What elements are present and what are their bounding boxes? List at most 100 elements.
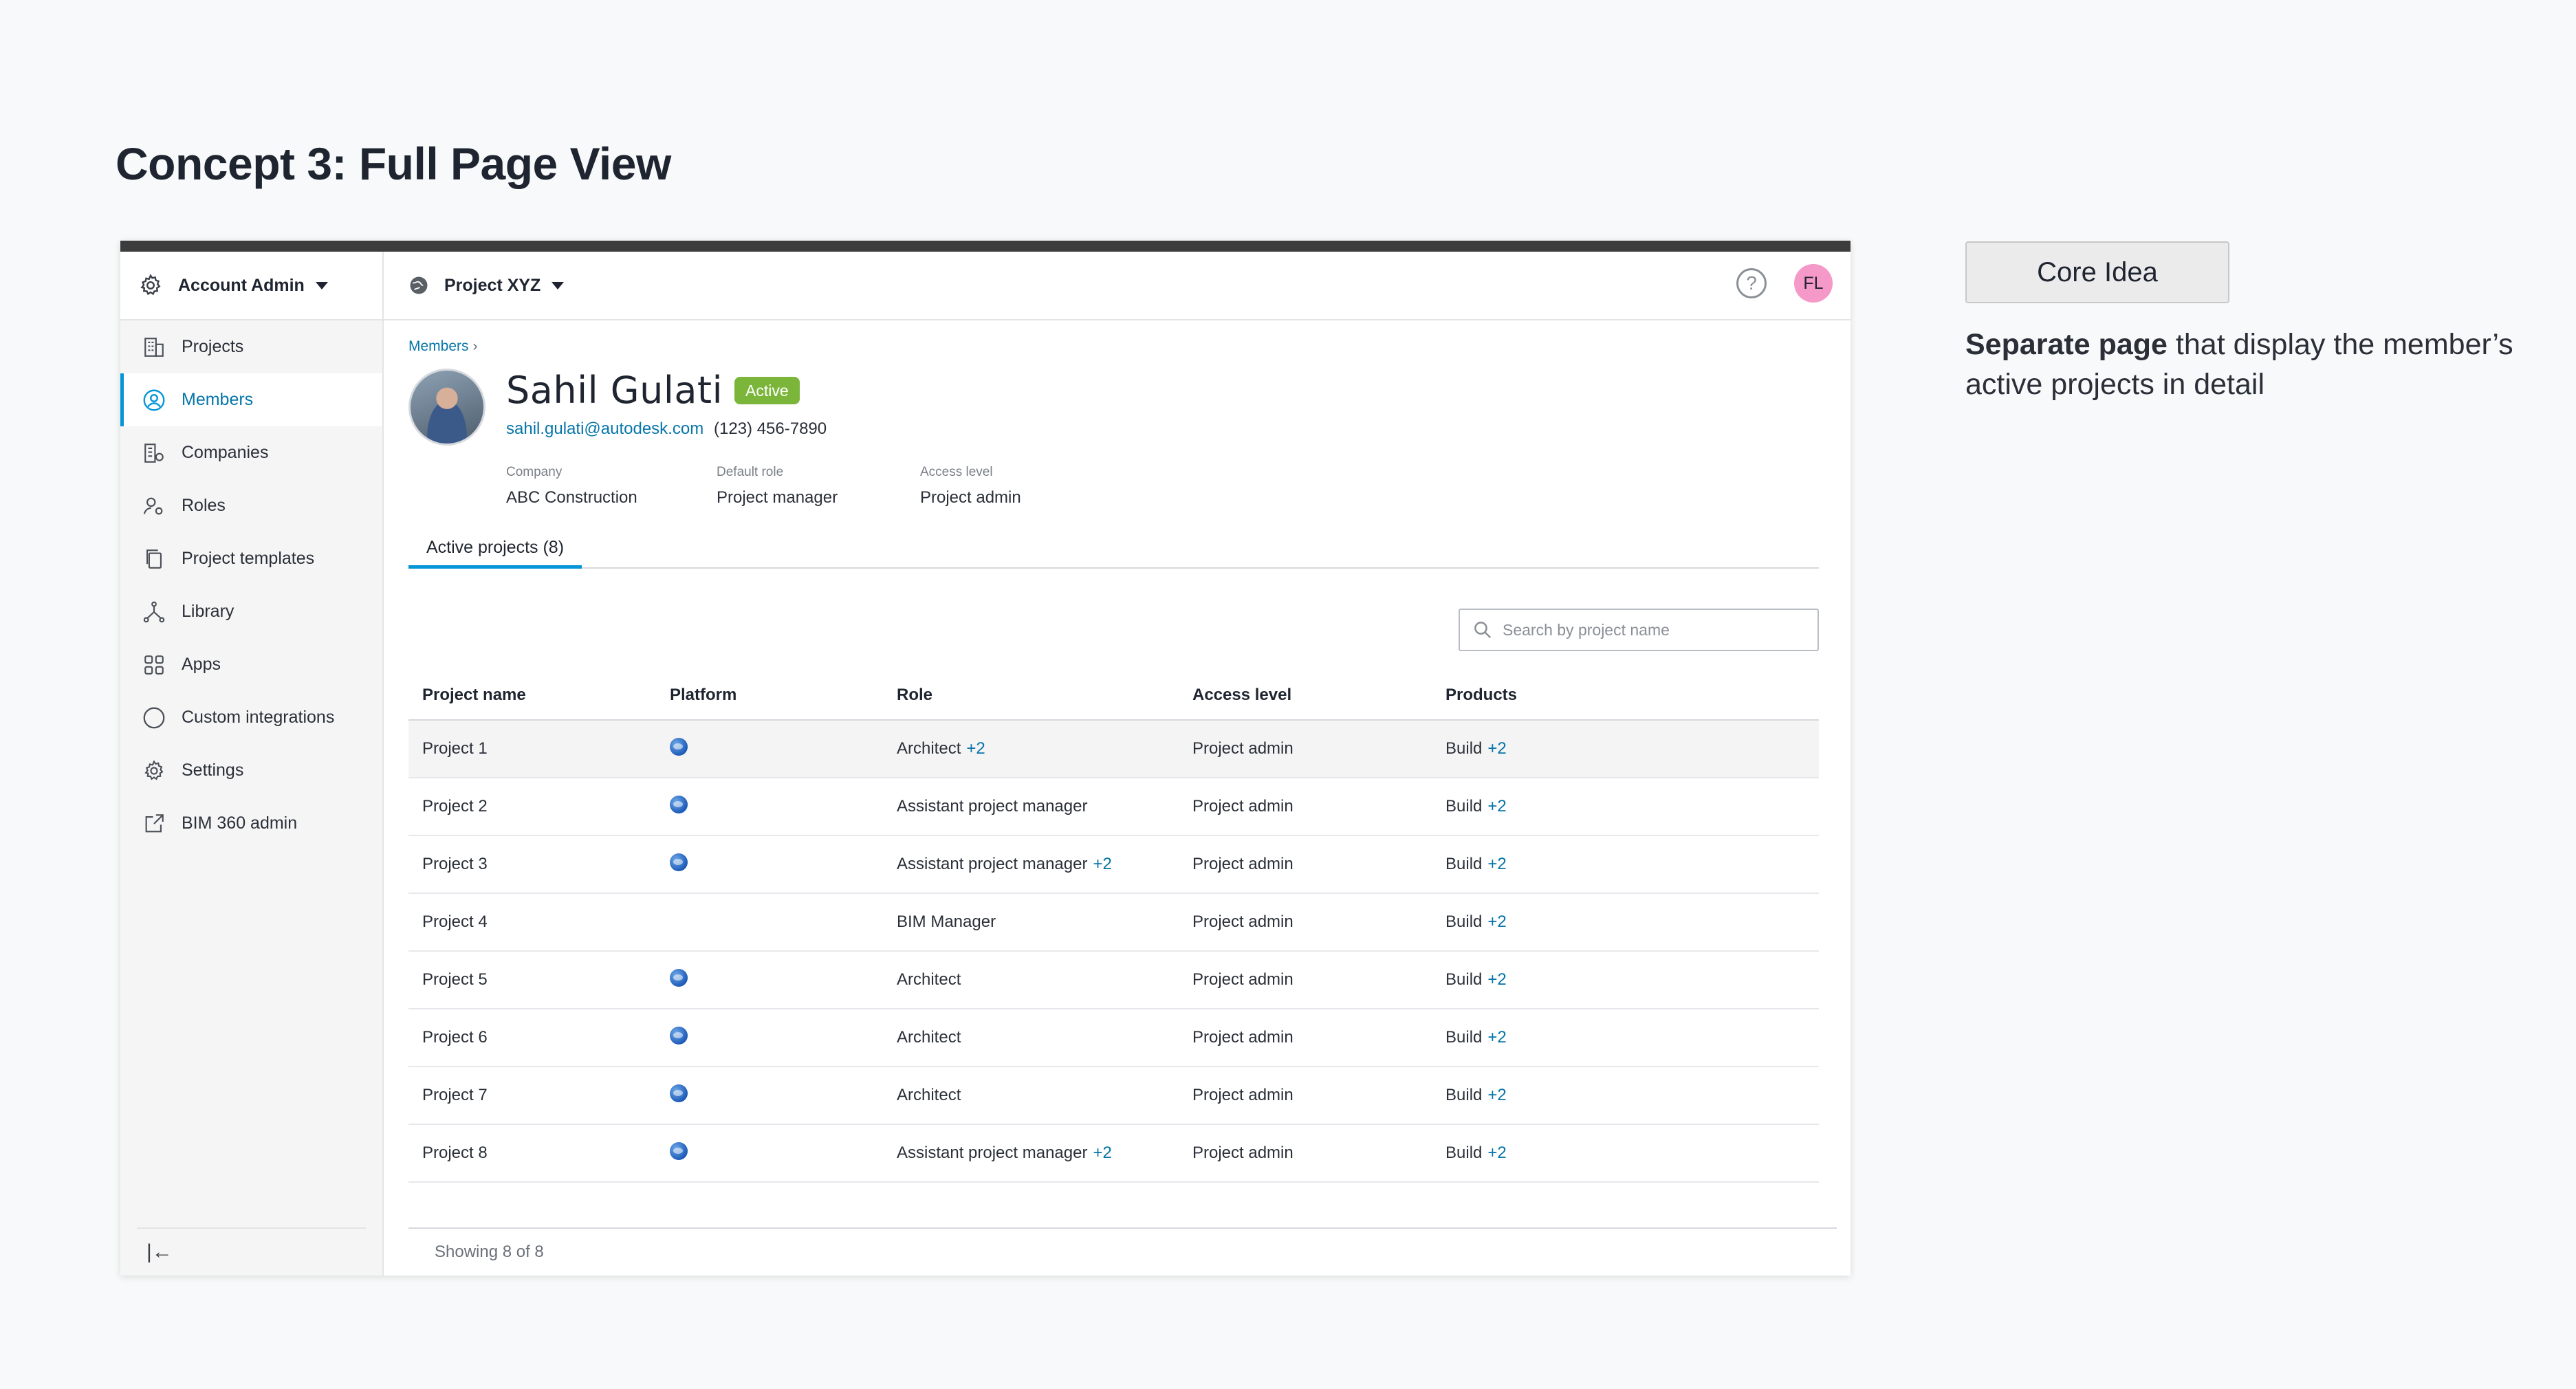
sidebar-item-bim-360-admin[interactable]: BIM 360 admin [120, 797, 382, 850]
meta-default-role: Default role Project manager [717, 465, 838, 507]
project-switcher[interactable]: Project XYZ [444, 276, 541, 296]
cell-project-name[interactable]: Project 7 [408, 1086, 670, 1105]
product-more-link[interactable]: +2 [1487, 739, 1506, 758]
sidebar-item-custom-integrations[interactable]: Custom integrations [120, 691, 382, 744]
role-text: Assistant project manager [897, 855, 1088, 873]
project-globe-icon [410, 276, 428, 294]
meta-role-label: Default role [717, 465, 784, 479]
results-count: Showing 8 of 8 [435, 1243, 544, 1261]
sidebar-item-members[interactable]: Members [120, 373, 382, 426]
cell-role: Architect +2 [897, 739, 1192, 758]
member-email-link[interactable]: sahil.gulati@autodesk.com [506, 419, 703, 439]
table-row[interactable]: Project 6 Architect Project admin Build +2 [408, 1009, 1819, 1067]
cell-access-level: Project admin [1192, 1144, 1294, 1162]
meta-role-value: Project manager [717, 488, 838, 507]
role-text: Architect [897, 1028, 961, 1047]
cell-project-name[interactable]: Project 5 [408, 970, 670, 989]
role-text: Architect [897, 1086, 961, 1104]
product-more-link[interactable]: +2 [1487, 797, 1506, 816]
cell-products: Build +2 [1445, 1144, 1819, 1163]
help-icon[interactable]: ? [1736, 268, 1767, 298]
network-icon [140, 598, 168, 626]
product-text: Build [1445, 1144, 1483, 1162]
product-more-link[interactable]: +2 [1487, 970, 1506, 989]
globe-icon [670, 1084, 688, 1102]
table-row[interactable]: Project 2 Assistant project manager Projec… [408, 778, 1819, 836]
member-name: Sahil Gulati [506, 369, 723, 412]
table-row[interactable]: Project 3 Assistant project manager +2 Proj… [408, 836, 1819, 894]
cell-project-name[interactable]: Project 1 [408, 739, 670, 758]
sidebar-item-label: Roles [182, 496, 226, 515]
col-access-level[interactable]: Access level [1192, 686, 1445, 705]
sidebar-item-companies[interactable]: Companies [120, 426, 382, 479]
sidebar: Account Admin Projects Members Companies Ro… [120, 252, 384, 1276]
top-bar: Project XYZ ? FL [384, 252, 1851, 320]
product-more-link[interactable]: +2 [1487, 1144, 1506, 1162]
cell-access-level: Project admin [1192, 739, 1294, 758]
cell-project-name[interactable]: Project 6 [408, 1028, 670, 1047]
chevron-down-icon [315, 281, 328, 289]
cell-products: Build +2 [1445, 855, 1819, 874]
meta-access-level: Access level Project admin [920, 465, 1021, 507]
cell-access-level: Project admin [1192, 855, 1294, 873]
cell-project-name[interactable]: Project 4 [408, 912, 670, 932]
core-idea-button[interactable]: Core Idea [1965, 241, 2229, 303]
cell-access-level: Project admin [1192, 970, 1294, 989]
table-row[interactable]: Project 1 Architect +2 Project admin Build +2 [408, 721, 1819, 778]
cell-products: Build +2 [1445, 970, 1819, 989]
app-window: Account Admin Projects Members Companies Ro… [120, 241, 1851, 1276]
col-products[interactable]: Products [1445, 686, 1819, 705]
breadcrumb-members-link[interactable]: Members [408, 338, 469, 354]
copy-icon [140, 545, 168, 573]
cell-project-name[interactable]: Project 8 [408, 1144, 670, 1163]
cell-role: Assistant project manager +2 [897, 1144, 1192, 1163]
sidebar-item-apps[interactable]: Apps [120, 638, 382, 691]
table-row[interactable]: Project 5 Architect Project admin Build +2 [408, 952, 1819, 1009]
collapse-icon: |← [146, 1240, 173, 1263]
sidebar-item-library[interactable]: Library [120, 585, 382, 638]
product-more-link[interactable]: +2 [1487, 912, 1506, 931]
product-text: Build [1445, 1086, 1483, 1104]
cell-products: Build +2 [1445, 1086, 1819, 1105]
col-role[interactable]: Role [897, 686, 1192, 705]
cell-project-name[interactable]: Project 3 [408, 855, 670, 874]
cell-role: Architect [897, 1086, 1192, 1105]
role-more-link[interactable]: +2 [1093, 1144, 1111, 1162]
globe-icon [670, 737, 688, 756]
grid-icon [140, 651, 168, 679]
tab-bar: Active projects (8) [408, 530, 1819, 569]
product-text: Build [1445, 1028, 1483, 1047]
globe-icon [670, 795, 688, 813]
product-more-link[interactable]: +2 [1487, 1086, 1506, 1104]
col-project-name[interactable]: Project name [408, 686, 670, 705]
product-more-link[interactable]: +2 [1487, 1028, 1506, 1047]
account-switcher[interactable]: Account Admin [120, 252, 382, 320]
sidebar-item-roles[interactable]: Roles [120, 479, 382, 532]
product-more-link[interactable]: +2 [1487, 855, 1506, 873]
cell-products: Build +2 [1445, 912, 1819, 932]
collapse-sidebar-button[interactable]: |← [137, 1227, 366, 1276]
avatar[interactable]: FL [1794, 264, 1833, 303]
cell-products: Build +2 [1445, 1028, 1819, 1047]
globe-icon [670, 853, 688, 871]
top-right-actions: ? FL [1736, 264, 1833, 303]
col-platform[interactable]: Platform [670, 686, 897, 705]
sidebar-item-settings[interactable]: Settings [120, 744, 382, 797]
sidebar-item-project-templates[interactable]: Project templates [120, 532, 382, 585]
role-more-link[interactable]: +2 [1093, 855, 1111, 873]
meta-access-label: Access level [920, 465, 993, 479]
search-input[interactable]: Search by project name [1459, 609, 1819, 651]
main-content: Members › Sahil Gulati Active sahil.gulat… [384, 320, 1851, 1276]
member-phone: (123) 456-7890 [714, 419, 827, 438]
table-row[interactable]: Project 4 BIM Manager Project admin Build +2 [408, 894, 1819, 952]
cell-project-name[interactable]: Project 2 [408, 797, 670, 816]
table-row[interactable]: Project 7 Architect Project admin Build +2 [408, 1067, 1819, 1125]
tab-active-projects[interactable]: Active projects (8) [408, 530, 582, 569]
cell-platform [670, 853, 897, 876]
table-row[interactable]: Project 8 Assistant project manager +2 Proj… [408, 1125, 1819, 1183]
product-text: Build [1445, 970, 1483, 989]
role-more-link[interactable]: +2 [966, 739, 985, 758]
core-idea-description: Separate page that display the member’s … [1965, 325, 2529, 404]
sidebar-item-projects[interactable]: Projects [120, 320, 382, 373]
chevron-down-icon [552, 281, 565, 289]
